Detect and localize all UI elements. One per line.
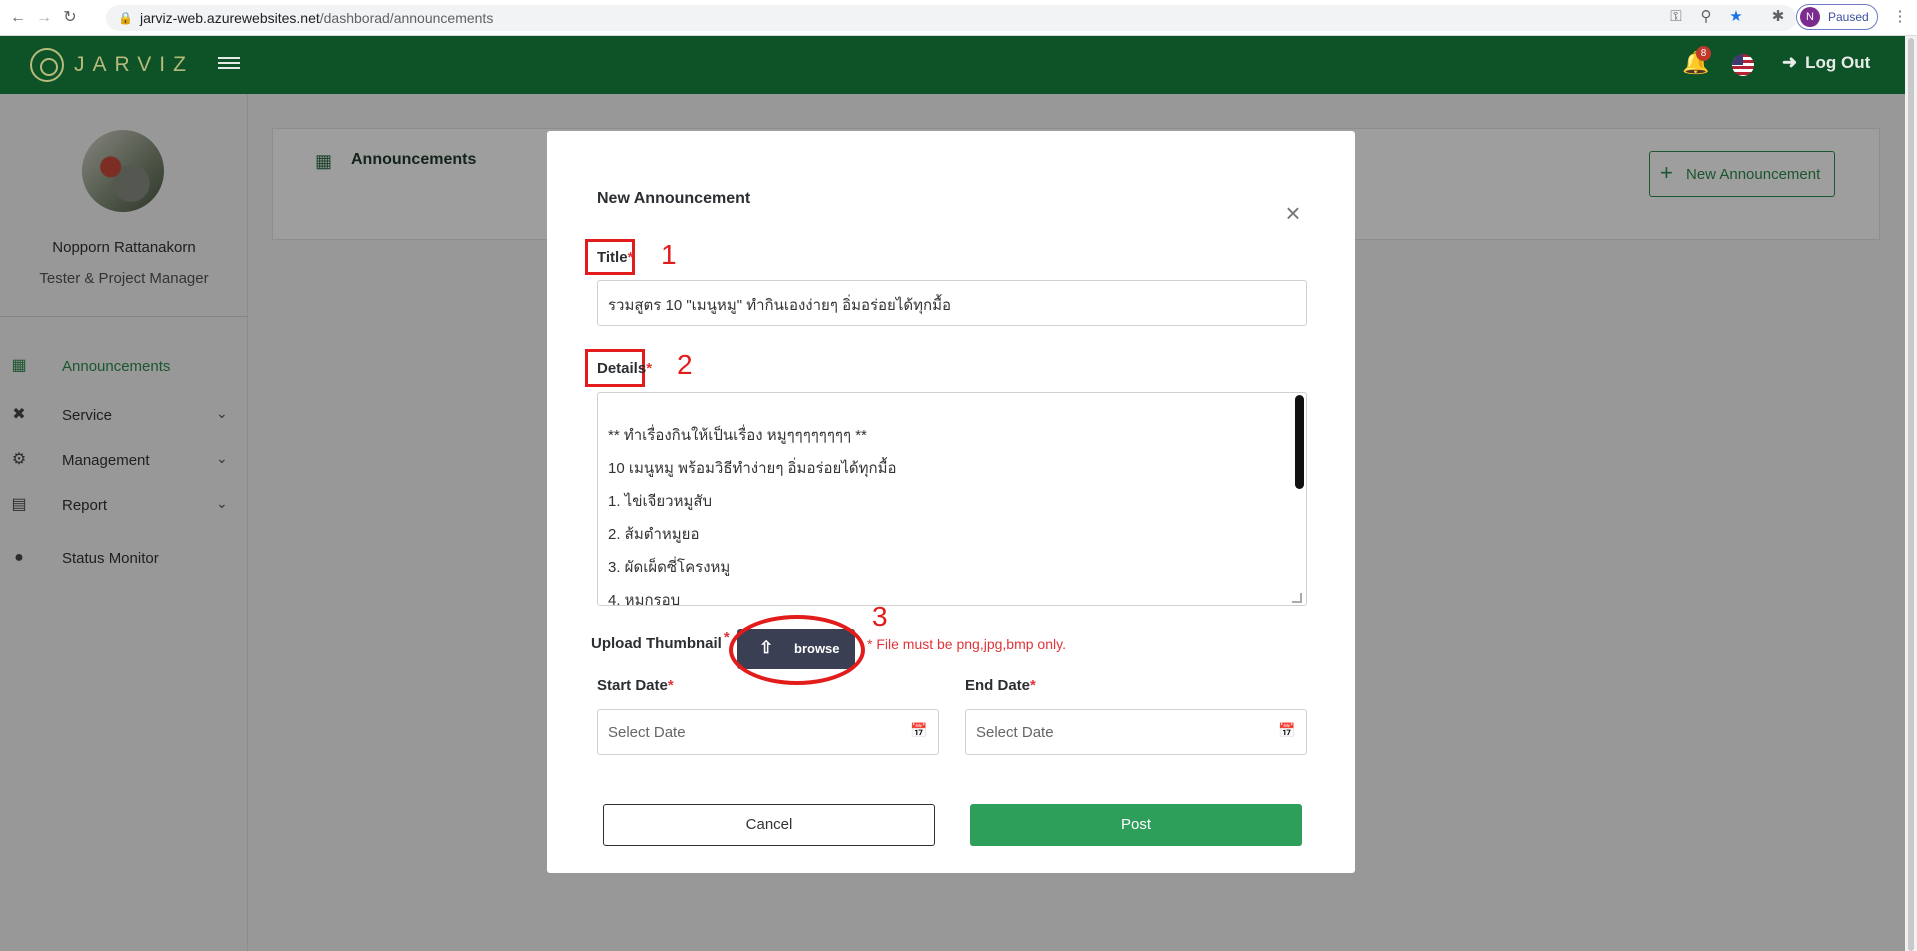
title-label-text: Title	[597, 249, 628, 266]
start-date-label-text: Start Date	[597, 677, 668, 694]
details-textarea[interactable]: ** ทำเรื่องกินให้เป็นเรื่อง หมูๆๆๆๆๆๆๆๆ …	[597, 392, 1307, 606]
cancel-button[interactable]: Cancel	[603, 804, 935, 846]
end-date-input[interactable]: Select Date 📅	[965, 709, 1307, 755]
logo-icon	[30, 48, 64, 82]
calendar-icon[interactable]: 📅	[910, 722, 927, 739]
logo-text: JARVIZ	[74, 53, 194, 76]
required-mark: *	[627, 249, 634, 266]
zoom-icon[interactable]: ⚲	[1696, 7, 1716, 27]
annotation-number-2: 2	[677, 349, 693, 380]
details-line: 1. ไข่เจียวหมูสับ	[608, 493, 713, 510]
profile-avatar: N	[1800, 7, 1820, 27]
details-line: 4. หมูกรอบ	[608, 592, 681, 606]
more-menu-icon[interactable]: ⋮	[1890, 7, 1910, 27]
address-bar[interactable]: 🔒 jarviz-web.azurewebsites.net/dashborad…	[106, 5, 1796, 31]
file-type-hint: * File must be png,jpg,bmp only.	[867, 636, 1066, 652]
annotation-number-3: 3	[872, 601, 888, 632]
notification-badge: 8	[1696, 46, 1711, 61]
page-scrollbar[interactable]	[1905, 36, 1917, 951]
upload-thumbnail-label: Upload Thumbnail *	[591, 629, 730, 652]
us-flag-icon[interactable]	[1732, 54, 1754, 76]
required-mark: *	[723, 629, 730, 646]
details-line: 3. ผัดเผ็ดซี่โครงหมู	[608, 559, 731, 576]
end-date-label-text: End Date	[965, 677, 1031, 694]
annotation-ellipse-3	[729, 615, 865, 685]
extensions-icon[interactable]: ✱	[1768, 7, 1788, 27]
profile-status: Paused	[1828, 10, 1869, 24]
upload-label-text: Upload Thumbnail	[591, 635, 722, 652]
bookmark-star-icon[interactable]: ★	[1726, 7, 1746, 27]
close-icon[interactable]: ×	[1281, 200, 1305, 226]
app-header: JARVIZ 🔔 8 ➜ Log Out	[0, 36, 1905, 94]
details-line: ** ทำเรื่องกินให้เป็นเรื่อง หมูๆๆๆๆๆๆๆๆ …	[608, 427, 867, 444]
details-line: 10 เมนูหมู พร้อมวิธีทำง่ายๆ อิ่มอร่อยได้…	[608, 460, 897, 477]
end-date-label: End Date*	[965, 677, 1036, 694]
calendar-icon[interactable]: 📅	[1278, 722, 1295, 739]
new-announcement-modal: New Announcement × Title* 1 รวมสูตร 10 "…	[547, 131, 1355, 873]
url-host: jarviz-web.azurewebsites.net	[140, 10, 320, 26]
details-label-text: Details	[597, 360, 647, 377]
end-date-placeholder: Select Date	[976, 724, 1054, 741]
scrollbar-thumb[interactable]	[1908, 38, 1914, 951]
annotation-number-1: 1	[661, 239, 677, 270]
resize-handle-icon[interactable]	[1292, 593, 1302, 603]
textarea-scrollbar-thumb[interactable]	[1295, 395, 1304, 489]
hamburger-menu-icon[interactable]	[218, 54, 240, 74]
details-line: 2. ส้มตำหมูยอ	[608, 526, 700, 543]
reload-icon[interactable]: ↻	[60, 8, 80, 28]
start-date-label: Start Date*	[597, 677, 674, 694]
url-path: /dashborad/announcements	[319, 10, 494, 26]
back-arrow-icon[interactable]: ←	[8, 8, 28, 28]
title-label: Title*	[597, 249, 633, 266]
logout-icon: ➜	[1782, 52, 1798, 72]
profile-button[interactable]: N Paused	[1796, 4, 1878, 30]
browser-toolbar: ← → ↻ 🔒 jarviz-web.azurewebsites.net/das…	[0, 0, 1917, 36]
forward-arrow-icon[interactable]: →	[34, 8, 54, 28]
modal-title: New Announcement	[597, 190, 751, 207]
required-mark: *	[667, 677, 674, 694]
lock-icon: 🔒	[118, 11, 133, 25]
required-mark: *	[1030, 677, 1036, 694]
key-icon[interactable]: ⚿	[1666, 7, 1686, 27]
start-date-placeholder: Select Date	[608, 724, 686, 741]
details-label: Details*	[597, 360, 652, 377]
logout-button[interactable]: ➜ Log Out	[1782, 52, 1870, 73]
start-date-input[interactable]: Select Date 📅	[597, 709, 939, 755]
logout-label: Log Out	[1805, 53, 1871, 72]
required-mark: *	[646, 360, 653, 377]
title-input[interactable]: รวมสูตร 10 "เมนูหมู" ทำกินเองง่ายๆ อิ่มอ…	[597, 280, 1307, 326]
post-button[interactable]: Post	[970, 804, 1302, 846]
